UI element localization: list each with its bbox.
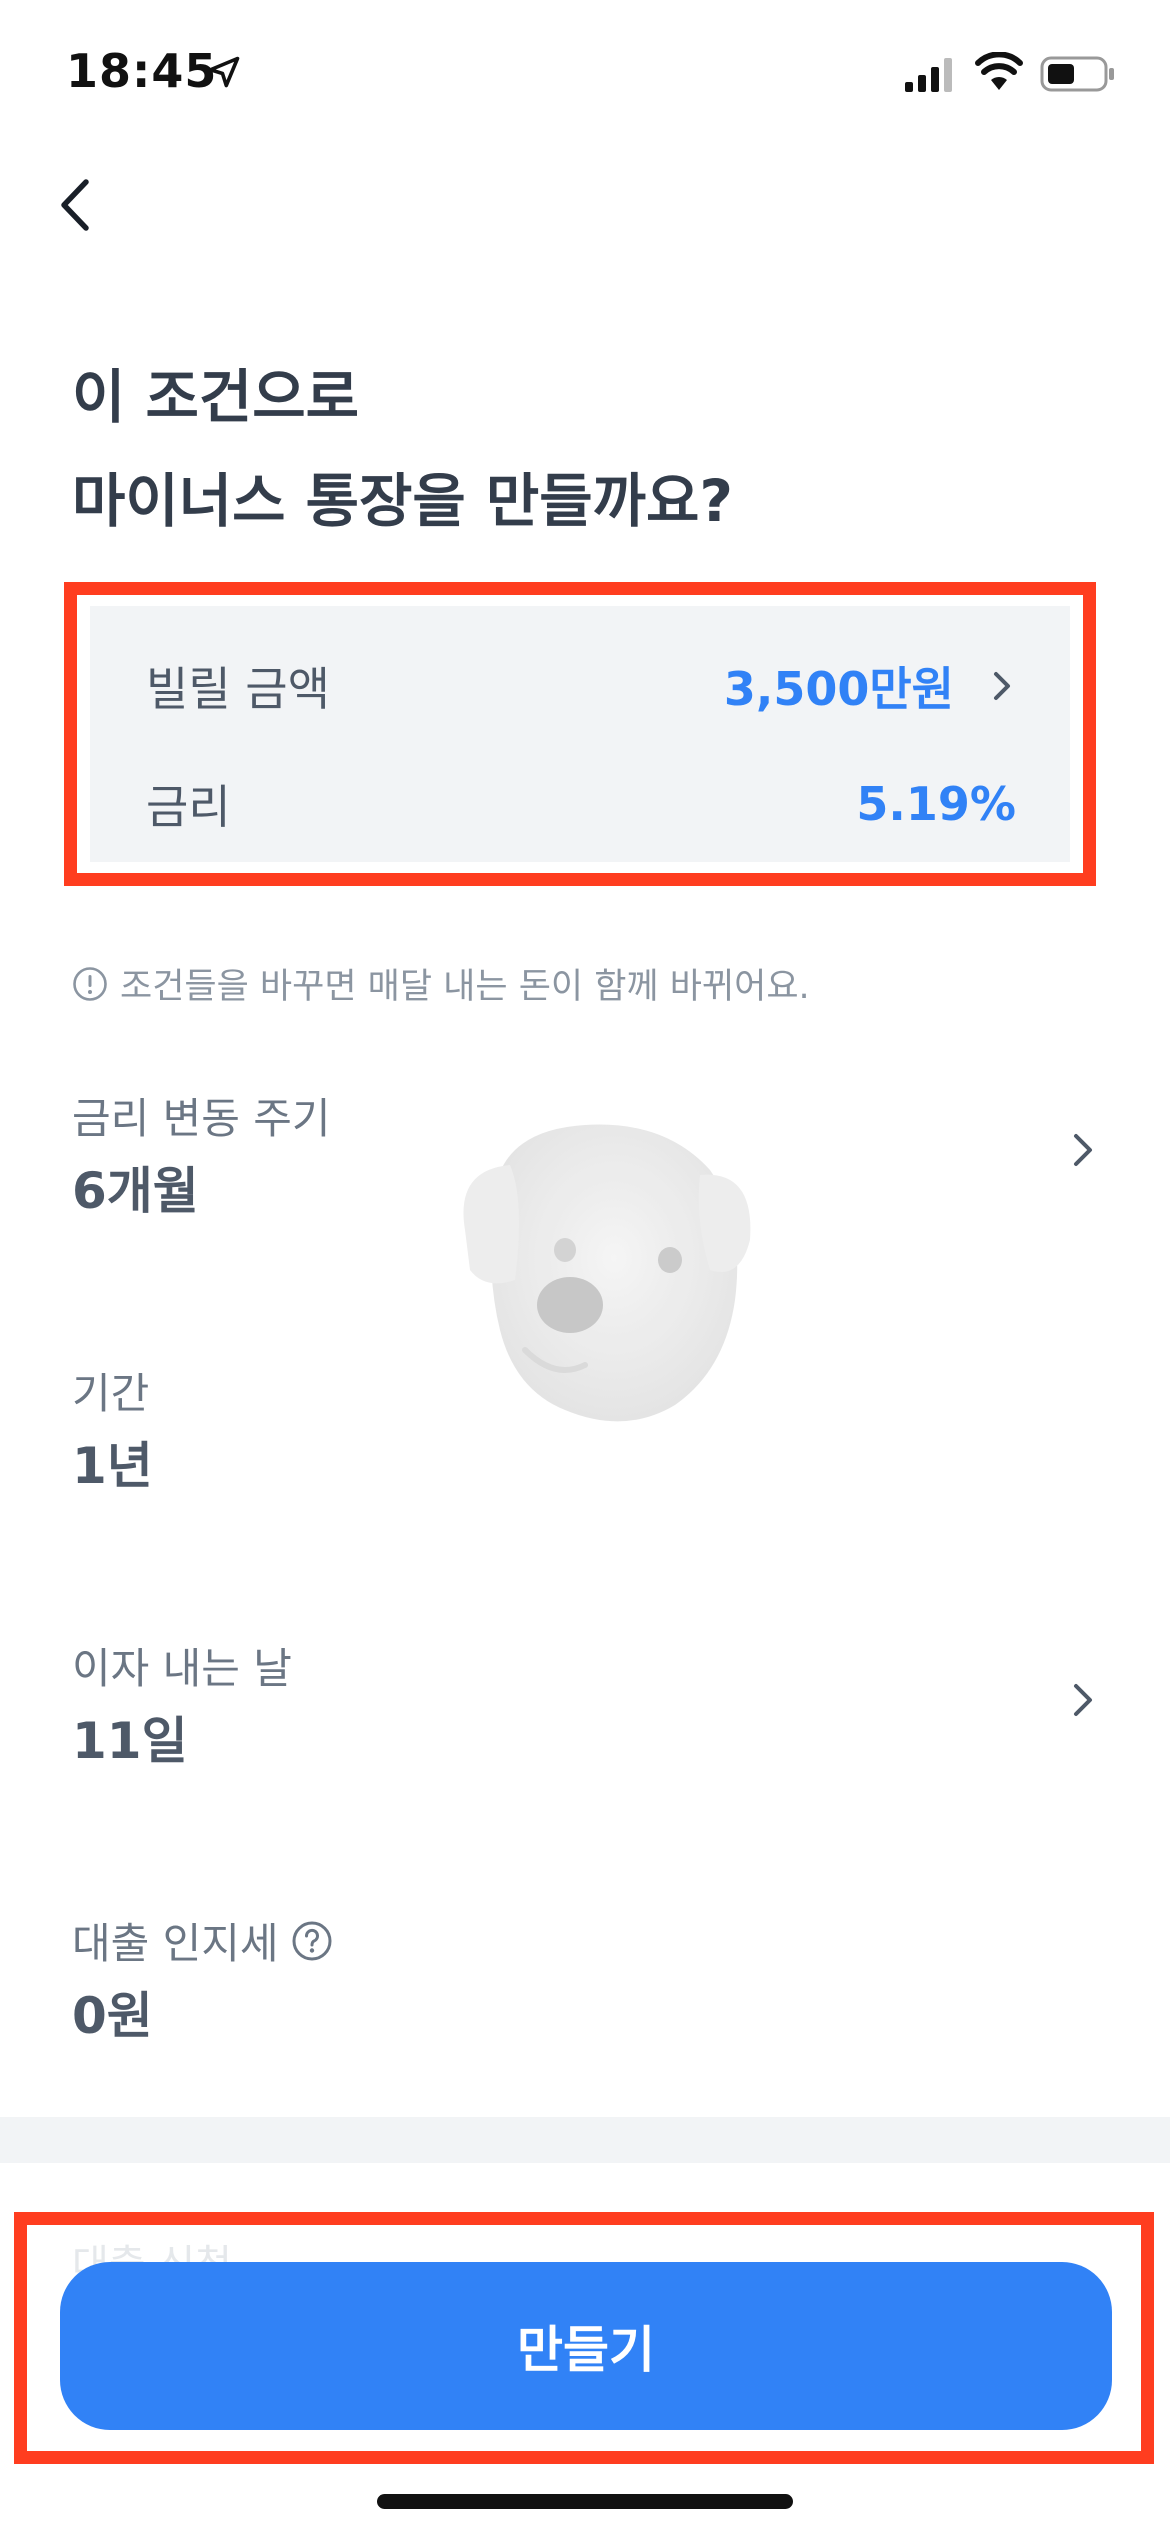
chevron-right-icon <box>1074 1134 1092 1166</box>
loan-period-label: 기간 <box>72 1369 150 1418</box>
chevron-left-icon <box>61 179 89 231</box>
stamp-tax-value: 0원 <box>72 1987 153 2045</box>
battery-icon <box>1040 56 1114 92</box>
button-highlight-box <box>14 2212 1154 2464</box>
summary-highlight-box <box>64 582 1096 886</box>
back-button[interactable] <box>44 170 114 240</box>
home-indicator <box>377 2494 793 2509</box>
page-title: 이 조건으로 마이너스 통장을 만들까요? <box>72 345 1072 553</box>
conditions-notice: 조건들을 바꾸면 매달 내는 돈이 함께 바뀌어요. <box>72 958 810 1009</box>
page-title-line1: 이 조건으로 <box>72 363 359 431</box>
stamp-tax-label: 대출 인지세 <box>72 1919 279 1968</box>
rate-change-cycle-value: 6개월 <box>72 1162 199 1220</box>
rate-change-cycle-label: 금리 변동 주기 <box>72 1094 331 1143</box>
stamp-tax-row: 대출 인지세 0원 <box>72 1910 1098 2050</box>
section-divider <box>0 2117 1170 2163</box>
chevron-right-icon <box>1074 1684 1092 1716</box>
loan-period-value: 1년 <box>72 1437 153 1495</box>
status-bar: 18:45 <box>0 0 1170 150</box>
cellular-signal-icon <box>905 58 952 92</box>
question-circle-icon[interactable] <box>291 1920 333 1962</box>
page-title-line2: 마이너스 통장을 만들까요? <box>72 467 733 535</box>
status-time: 18:45 <box>66 44 218 98</box>
interest-payment-day-value: 11일 <box>72 1712 188 1770</box>
exclamation-circle-icon <box>73 966 107 1001</box>
notice-text: 조건들을 바꾸면 매달 내는 돈이 함께 바뀌어요. <box>120 967 810 1007</box>
interest-payment-day-row[interactable]: 이자 내는 날 11일 <box>72 1635 1098 1775</box>
stamp-tax-label-wrap: 대출 인지세 <box>72 1910 333 1971</box>
interest-payment-day-label: 이자 내는 날 <box>72 1644 292 1693</box>
wifi-icon <box>975 52 1023 90</box>
dog-sticker-image <box>463 1124 751 1422</box>
location-arrow-icon <box>208 56 240 88</box>
